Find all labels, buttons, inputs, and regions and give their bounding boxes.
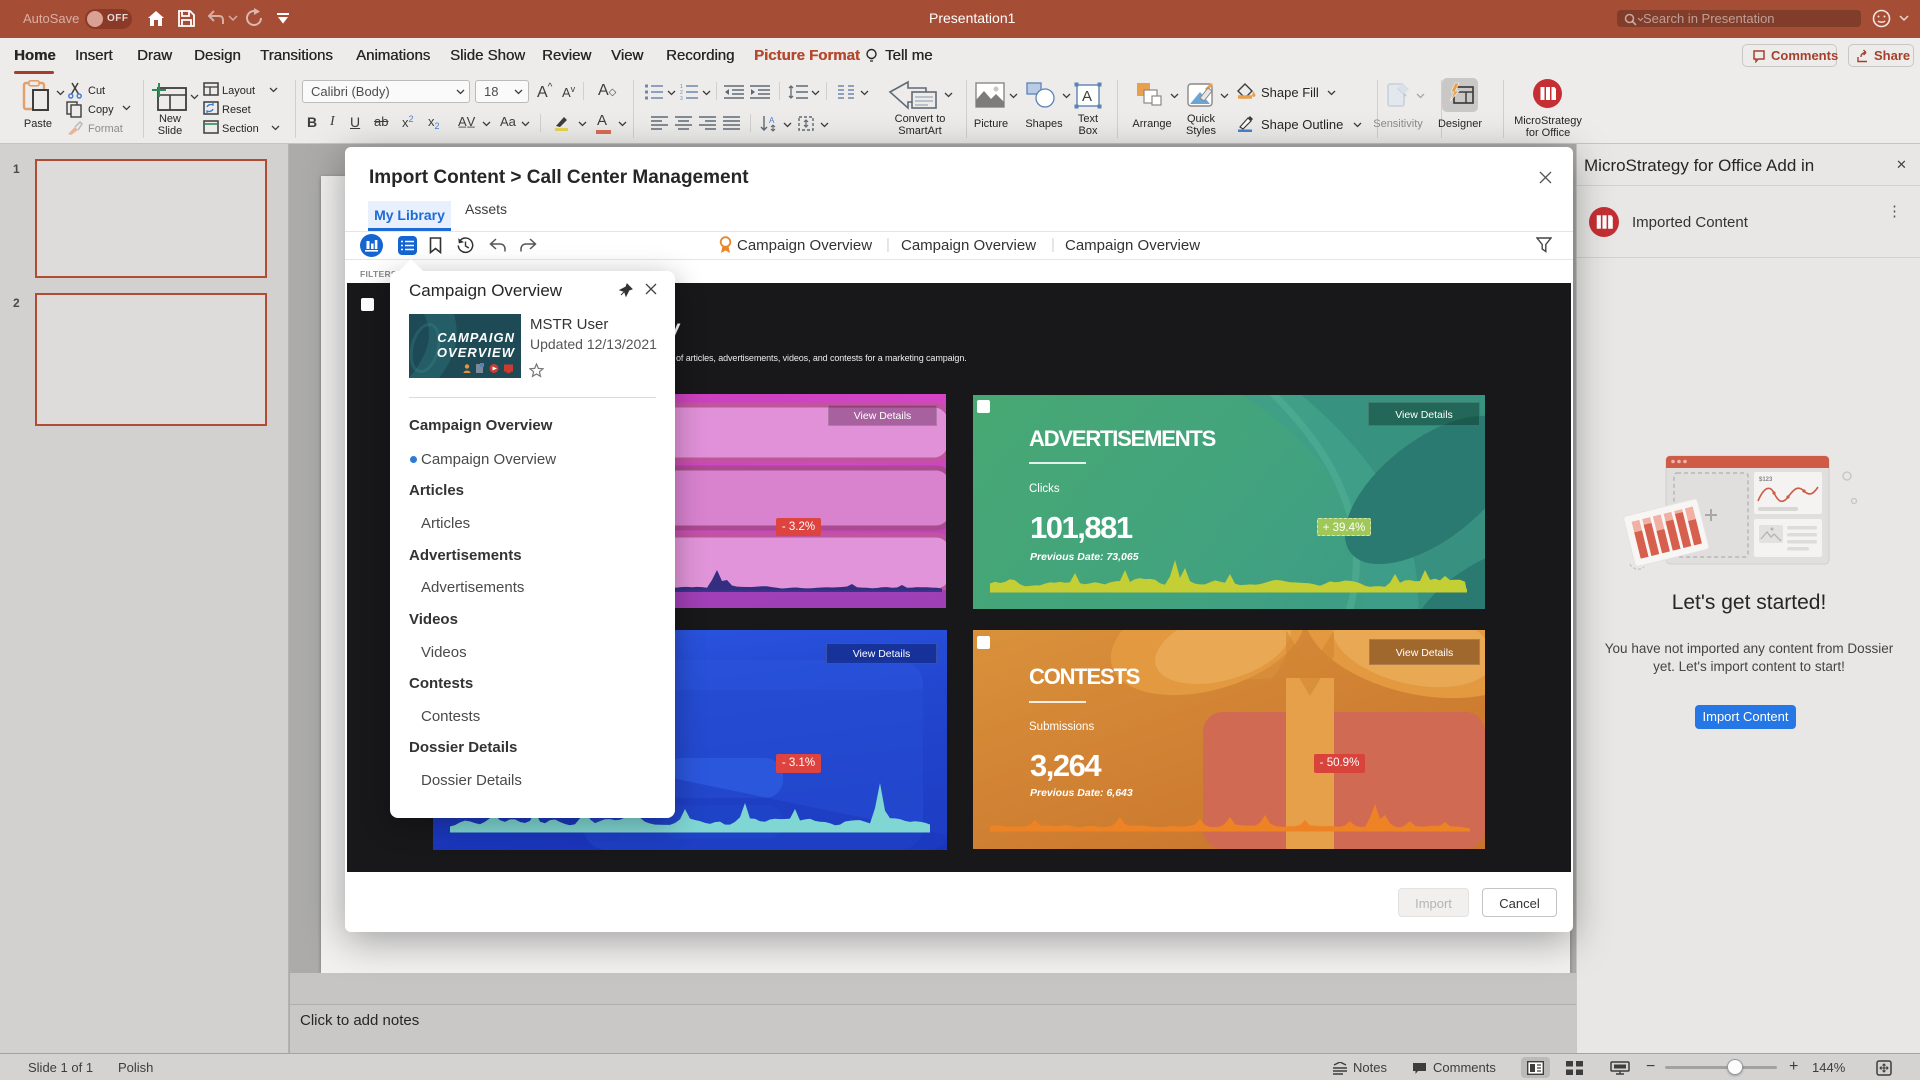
svg-text:CAMPAIGN: CAMPAIGN: [437, 330, 515, 345]
svg-text:A: A: [769, 116, 775, 125]
svg-text:OVERVIEW: OVERVIEW: [437, 345, 516, 360]
svg-text:A: A: [1082, 88, 1092, 105]
svg-text:3: 3: [680, 96, 683, 100]
svg-text:$123: $123: [1759, 477, 1773, 483]
